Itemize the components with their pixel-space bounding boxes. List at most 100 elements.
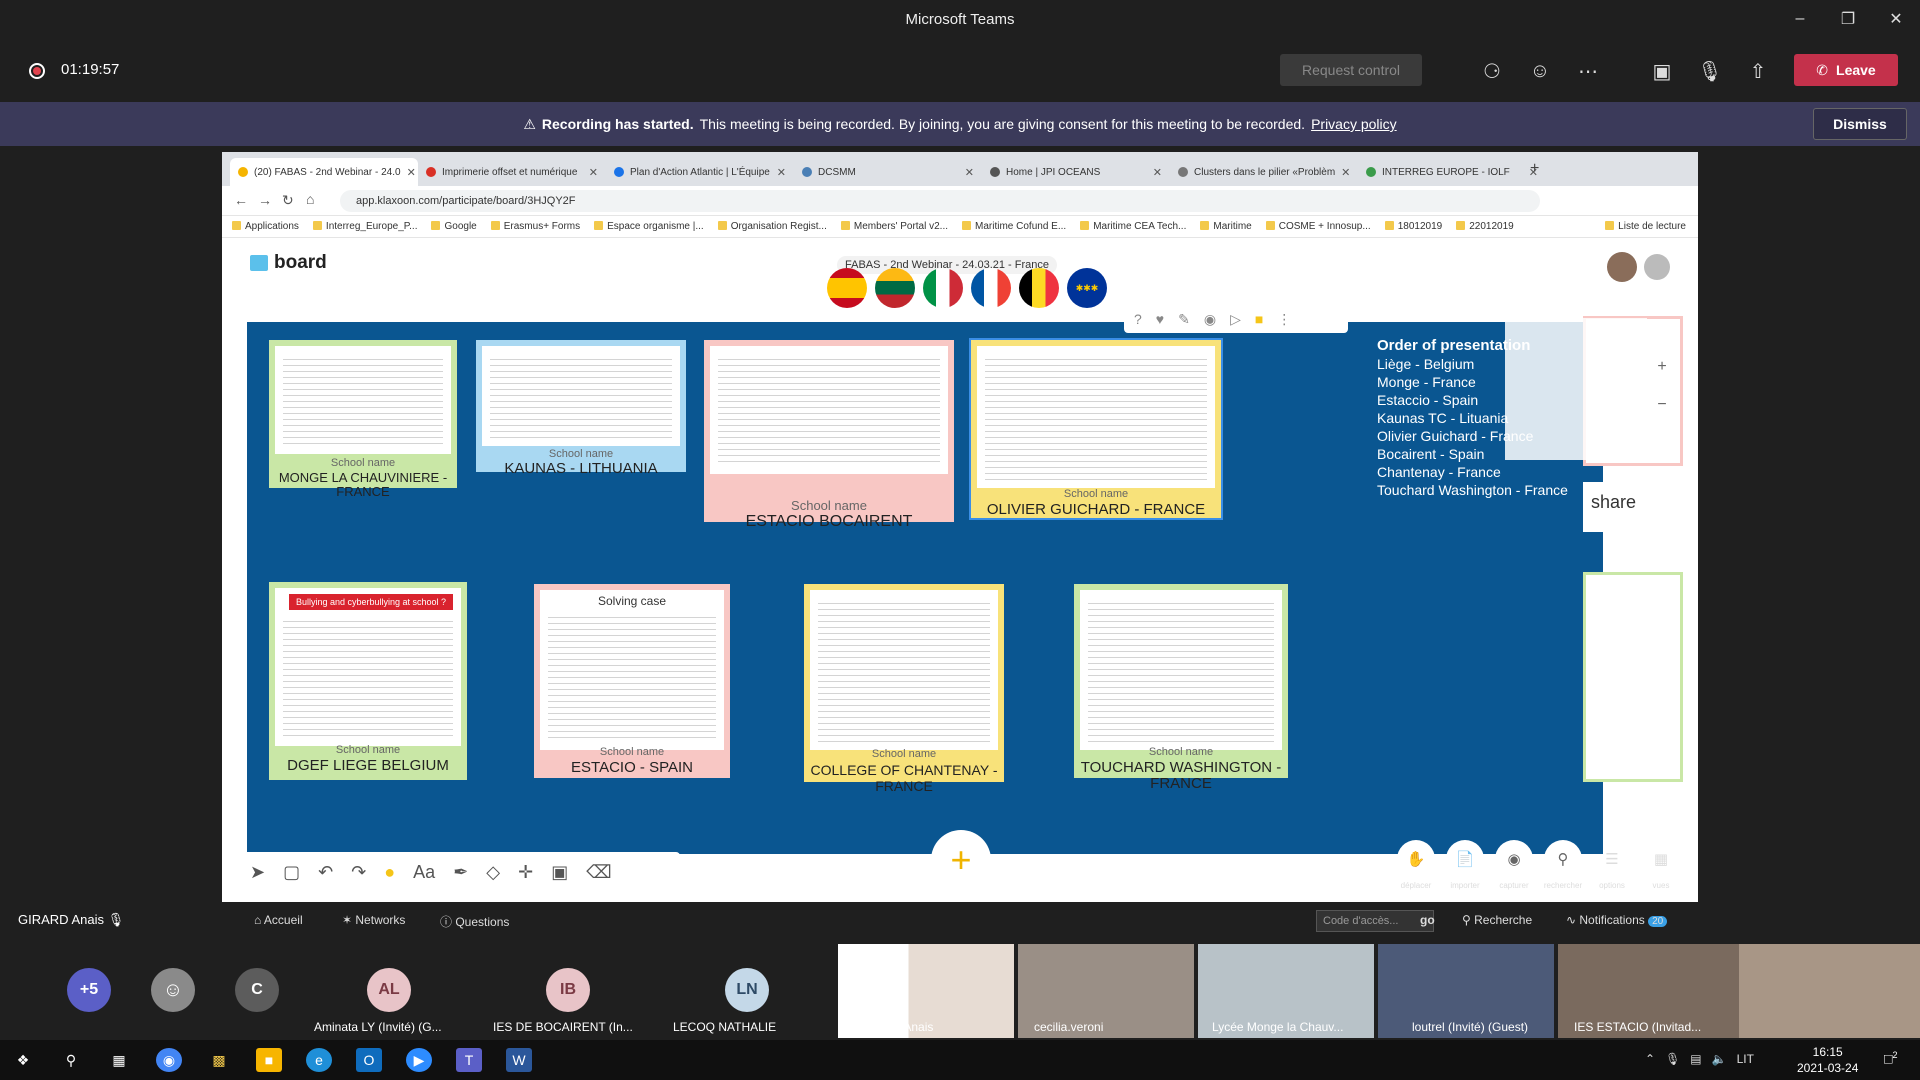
- avatar[interactable]: LN: [725, 968, 769, 1012]
- import-tool-icon[interactable]: 📄: [1446, 840, 1484, 878]
- browser-tab[interactable]: Clusters dans le pilier «Problèm ✕: [1170, 158, 1358, 186]
- text-icon[interactable]: Aa: [413, 862, 435, 883]
- bookmark[interactable]: Maritime: [1200, 221, 1251, 232]
- present-icon[interactable]: ▷: [1230, 311, 1241, 328]
- nav-networks[interactable]: ✶ Networks: [342, 913, 405, 927]
- chrome-icon[interactable]: ◉: [156, 1048, 182, 1072]
- share-screen-icon[interactable]: ⇧: [1744, 57, 1772, 85]
- school-card[interactable]: Bullying and cyberbullying at school ? S…: [269, 582, 467, 780]
- teams-icon[interactable]: T: [456, 1048, 482, 1072]
- back-icon[interactable]: ←: [234, 192, 248, 208]
- more-participants[interactable]: +5: [67, 968, 111, 1012]
- go-button[interactable]: go: [1420, 913, 1435, 927]
- browser-tab[interactable]: Home | JPI OCEANS ✕: [982, 158, 1170, 186]
- bookmark[interactable]: Applications: [232, 221, 299, 232]
- school-card[interactable]: Solving case School name ESTACIO - SPAIN: [534, 584, 730, 778]
- fullscreen-icon[interactable]: ⤢: [1656, 322, 1669, 340]
- close-tab-icon[interactable]: ✕: [1153, 166, 1162, 179]
- select-icon[interactable]: ▢: [283, 862, 300, 883]
- sticky-notes-icon[interactable]: ■: [256, 1048, 282, 1072]
- school-card-selected[interactable]: School name OLIVIER GUICHARD - FRANCE: [969, 338, 1223, 520]
- bookmark[interactable]: Maritime Cofund E...: [962, 221, 1066, 232]
- avatar[interactable]: IB: [546, 968, 590, 1012]
- minimize-icon[interactable]: –: [1776, 0, 1824, 38]
- nav-recherche[interactable]: ⚲ Recherche: [1462, 913, 1532, 927]
- browser-tab[interactable]: DCSMM ✕: [794, 158, 982, 186]
- browser-tab[interactable]: INTERREG EUROPE - IOLF ✕: [1358, 158, 1546, 186]
- avatar[interactable]: C: [235, 968, 279, 1012]
- options-tool-icon[interactable]: ☰: [1593, 840, 1631, 878]
- browser-tab[interactable]: Imprimerie offset et numérique ✕: [418, 158, 606, 186]
- bookmark[interactable]: Interreg_Europe_P...: [313, 221, 418, 232]
- close-icon[interactable]: ✕: [1872, 0, 1920, 38]
- bookmark[interactable]: 18012019: [1385, 221, 1443, 232]
- person-icon[interactable]: ☺: [151, 968, 195, 1012]
- word-icon[interactable]: W: [506, 1048, 532, 1072]
- school-card[interactable]: School name MONGE LA CHAUVINIERE - FRANC…: [269, 340, 457, 499]
- taskbar-clock[interactable]: 16:15 2021-03-24: [1797, 1044, 1858, 1076]
- frame-icon[interactable]: ▣: [551, 862, 568, 883]
- zoom-out-icon[interactable]: −: [1651, 394, 1673, 416]
- close-tab-icon[interactable]: ✕: [777, 166, 786, 179]
- bookmark[interactable]: Organisation Regist...: [718, 221, 827, 232]
- bookmark[interactable]: Espace organisme |...: [594, 221, 704, 232]
- heart-icon[interactable]: ♥: [1156, 311, 1164, 327]
- restore-icon[interactable]: ❐: [1824, 0, 1872, 38]
- search-icon[interactable]: ⚲: [58, 1048, 84, 1072]
- windows-start-icon[interactable]: ❖: [10, 1048, 36, 1072]
- nav-accueil[interactable]: ⌂ Accueil: [254, 913, 303, 927]
- bookmark[interactable]: Erasmus+ Forms: [491, 221, 580, 232]
- capture-tool-icon[interactable]: ◉: [1495, 840, 1533, 878]
- outlook-icon[interactable]: O: [356, 1048, 382, 1072]
- close-tab-icon[interactable]: ✕: [965, 166, 974, 179]
- side-card[interactable]: [1583, 572, 1683, 782]
- redo-icon[interactable]: ↷: [351, 862, 366, 883]
- add-idea-button[interactable]: +: [931, 830, 991, 890]
- school-card[interactable]: School name ESTACIO BOCAIRENT: [704, 340, 954, 530]
- avatar[interactable]: AL: [367, 968, 411, 1012]
- avatar[interactable]: [1607, 252, 1637, 282]
- zoom-icon[interactable]: ▶: [406, 1048, 432, 1072]
- close-tab-icon[interactable]: ✕: [407, 166, 416, 179]
- input-language[interactable]: LIT: [1737, 1052, 1754, 1066]
- volume-icon[interactable]: 🔈: [1712, 1052, 1727, 1066]
- dismiss-button[interactable]: Dismiss: [1813, 108, 1907, 140]
- school-card[interactable]: School name KAUNAS - LITHUANIA: [476, 340, 686, 477]
- leave-button[interactable]: ✆ Leave: [1794, 54, 1898, 86]
- file-explorer-icon[interactable]: ▩: [206, 1048, 232, 1072]
- edge-icon[interactable]: e: [306, 1048, 332, 1072]
- nav-notifications[interactable]: ∿ Notifications 20: [1566, 913, 1668, 927]
- school-card[interactable]: School name TOUCHARD WASHINGTON - FRANCE: [1074, 584, 1288, 792]
- request-control-button[interactable]: Request control: [1280, 54, 1422, 86]
- pen-icon[interactable]: ✒: [453, 862, 468, 883]
- task-view-icon[interactable]: ▦: [106, 1048, 132, 1072]
- reactions-icon[interactable]: ☺: [1526, 57, 1554, 85]
- network-icon[interactable]: ▤: [1690, 1052, 1701, 1066]
- bookmark[interactable]: COSME + Innosup...: [1266, 221, 1371, 232]
- participants-icon[interactable]: ⚆: [1478, 57, 1506, 85]
- search-tool-icon[interactable]: ⚲: [1544, 840, 1582, 878]
- reading-list[interactable]: Liste de lecture: [1605, 221, 1686, 232]
- school-card[interactable]: School name COLLEGE OF CHANTENAY - FRANC…: [804, 584, 1004, 794]
- action-center-icon[interactable]: □2: [1884, 1050, 1897, 1067]
- browser-tab[interactable]: Plan d'Action Atlantic | L'Équipe ✕: [606, 158, 794, 186]
- close-tab-icon[interactable]: ✕: [589, 166, 598, 179]
- chevron-up-icon[interactable]: ⌃: [1645, 1052, 1655, 1066]
- more-icon[interactable]: ⋮: [1277, 311, 1291, 328]
- mic-muted-icon[interactable]: 🎙: [1696, 57, 1724, 85]
- home-icon[interactable]: ⌂: [306, 191, 314, 207]
- zoom-in-icon[interactable]: +: [1651, 356, 1673, 378]
- user-icon[interactable]: [1644, 254, 1670, 280]
- nav-questions[interactable]: ⓘ Questions: [440, 913, 509, 930]
- access-code-input[interactable]: Code d'accès...: [1316, 910, 1434, 932]
- forward-icon[interactable]: →: [258, 192, 272, 208]
- help-icon[interactable]: ?: [1134, 311, 1142, 327]
- connector-icon[interactable]: ✛: [518, 862, 533, 883]
- camera-icon[interactable]: ▣: [1648, 57, 1676, 85]
- mic-icon[interactable]: 🎙: [1665, 1052, 1680, 1066]
- bookmark[interactable]: Members' Portal v2...: [841, 221, 948, 232]
- move-tool-icon[interactable]: ✋: [1397, 840, 1435, 878]
- privacy-policy-link[interactable]: Privacy policy: [1311, 116, 1397, 132]
- eye-icon[interactable]: ◉: [1204, 311, 1216, 328]
- bookmark[interactable]: Google: [431, 221, 476, 232]
